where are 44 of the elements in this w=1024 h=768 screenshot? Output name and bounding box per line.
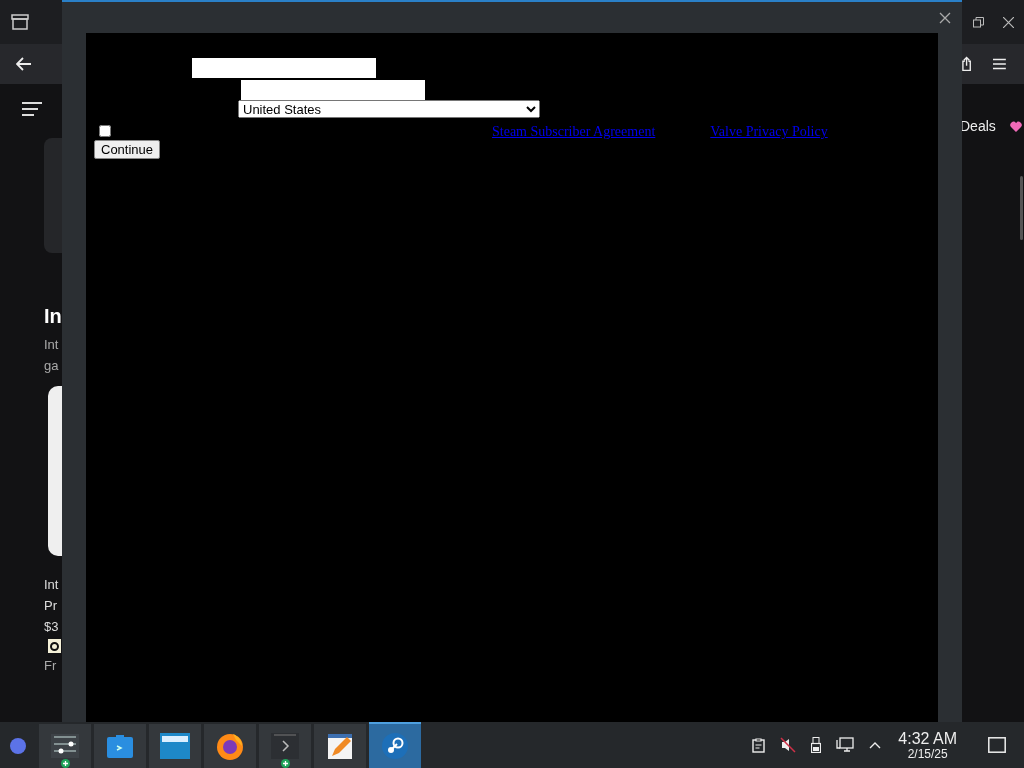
taskbar-item[interactable]	[149, 722, 201, 768]
agree-checkbox[interactable]	[99, 125, 111, 137]
terminal-icon	[271, 733, 299, 759]
caret-up-icon[interactable]	[869, 741, 882, 749]
continue-button[interactable]: Continue	[94, 140, 161, 159]
clipboard-icon[interactable]	[752, 737, 766, 753]
price-text: $3	[44, 618, 60, 636]
plus-badge-icon	[61, 759, 70, 768]
menu-icon[interactable]	[22, 102, 42, 116]
heart-icon	[1009, 120, 1022, 132]
share-icon[interactable]	[962, 56, 972, 72]
pencil-notepad-icon	[327, 732, 353, 760]
restore-icon[interactable]	[973, 16, 984, 28]
menu-icon[interactable]	[993, 58, 1006, 70]
clock-date[interactable]: 2/15/25	[907, 747, 948, 760]
sliders-icon	[51, 734, 79, 758]
plus-badge-icon	[281, 759, 290, 768]
close-icon[interactable]	[1003, 16, 1014, 28]
usb-drive-icon[interactable]	[811, 737, 822, 753]
back-arrow-icon[interactable]	[16, 57, 32, 71]
taskbar-item[interactable]	[314, 722, 366, 768]
store-icon	[107, 734, 133, 758]
taskbar-item[interactable]	[204, 722, 256, 768]
description-text: Int	[44, 336, 60, 354]
close-icon[interactable]	[939, 11, 951, 24]
fox-globe-icon	[215, 731, 245, 761]
monitor-icon[interactable]	[836, 737, 855, 753]
circle-icon	[9, 737, 27, 755]
input-field[interactable]	[192, 58, 376, 78]
description-text: ga	[44, 357, 60, 375]
section-heading: In	[44, 304, 62, 329]
muted-speaker-icon[interactable]	[780, 737, 797, 753]
product-title: Pr	[44, 597, 58, 615]
country-dropdown[interactable]: United States	[238, 100, 540, 118]
input-field[interactable]	[241, 80, 425, 100]
folder-icon	[160, 733, 190, 759]
clock-time[interactable]: 4:32 AM	[898, 730, 957, 747]
archive-icon[interactable]	[11, 14, 29, 30]
product-title: Int	[44, 576, 60, 594]
scrollbar[interactable]	[1020, 176, 1023, 240]
show-desktop-icon[interactable]	[988, 737, 1006, 753]
shipping-text: Fr	[44, 657, 58, 675]
steam-icon	[381, 732, 409, 760]
taskbar-item[interactable]	[39, 722, 91, 768]
